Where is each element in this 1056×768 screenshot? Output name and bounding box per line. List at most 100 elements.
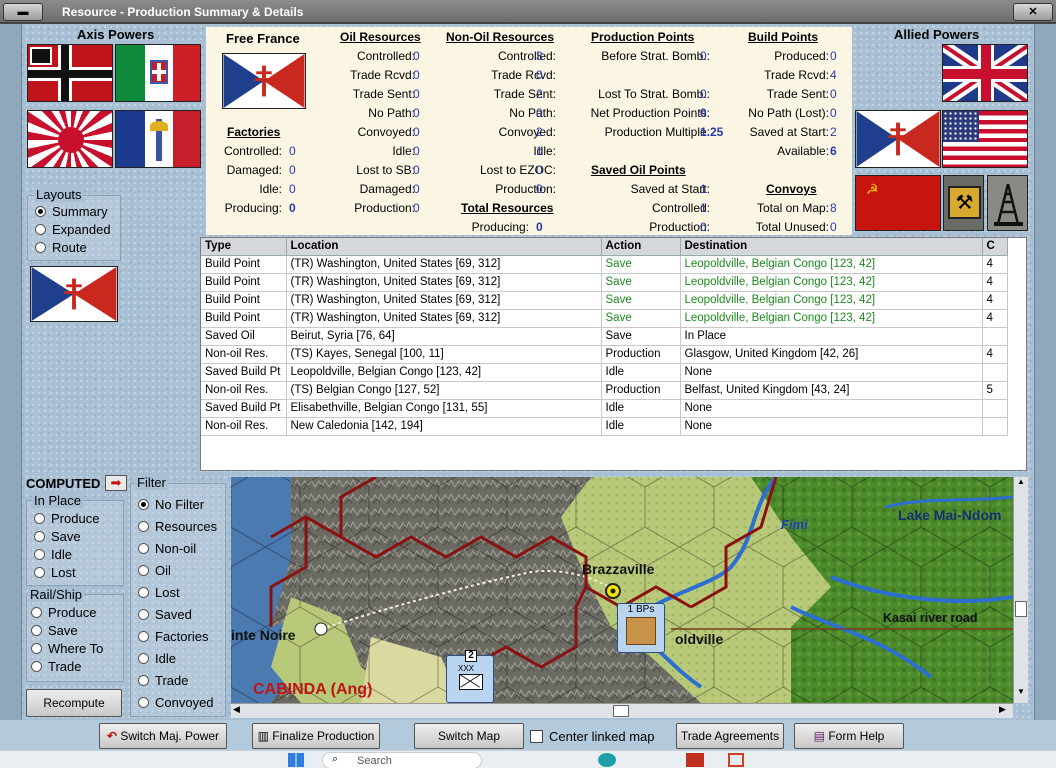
- inplace-radio-save[interactable]: Save: [34, 529, 81, 544]
- germany-flag[interactable]: [27, 44, 113, 102]
- table-row[interactable]: Non-oil Res. New Caledonia [142, 194] Idle…: [201, 417, 1008, 436]
- help-book-icon: ▤: [813, 729, 829, 743]
- nonoil-rows-value: 1: [536, 144, 543, 158]
- cv-rows-value: 0: [830, 220, 837, 234]
- pp-rows-label: Net Production Points:: [590, 106, 710, 120]
- oil-rows-label: Lost to SB:: [356, 163, 415, 177]
- taskbar-search-box[interactable]: Search: [322, 752, 482, 768]
- uk-flag[interactable]: [942, 44, 1028, 102]
- map-label-leopoldville: oldville: [675, 631, 724, 647]
- cell-action: Idle: [601, 363, 681, 382]
- railship-radio-trade[interactable]: Trade: [31, 659, 81, 674]
- horizontal-scroll-thumb[interactable]: [613, 705, 629, 717]
- unit-size: XXX: [458, 664, 475, 673]
- vichy-france-flag[interactable]: [115, 110, 201, 168]
- pp-rows-value: 0: [700, 49, 707, 63]
- mining-resources-icon[interactable]: ⚒: [943, 175, 984, 231]
- stack-count: 2: [465, 650, 477, 662]
- unit-counter[interactable]: 2 XXX: [446, 650, 494, 703]
- close-button[interactable]: ✕: [1013, 3, 1053, 21]
- production-points-title: Production Points: [591, 30, 695, 44]
- oil-rows-label: Trade Sent:: [352, 87, 415, 101]
- fac-rows-value: 0: [289, 182, 296, 196]
- table-header-row: Type Location Action Destination C: [201, 238, 1008, 256]
- column-location[interactable]: Location: [286, 238, 602, 256]
- windows-start-icon[interactable]: [288, 753, 304, 767]
- trade-agreements-button[interactable]: Trade Agreements: [676, 723, 784, 749]
- build-points-counter[interactable]: 1 BPs: [617, 603, 665, 653]
- system-menu-button[interactable]: ▬: [3, 3, 43, 21]
- oil-resources-icon[interactable]: [987, 175, 1028, 231]
- filters-radio-convoyed[interactable]: Convoyed: [138, 695, 214, 710]
- table-row[interactable]: Saved Oil Beirut, Syria [76, 64] Save In Pl…: [201, 327, 1008, 346]
- filters-radio-no-filter[interactable]: No Filter: [138, 497, 204, 512]
- form-help-button[interactable]: ▤ Form Help: [794, 723, 904, 749]
- bp-rows-value: 0: [830, 49, 837, 63]
- inplace-radio-idle[interactable]: Idle: [34, 547, 72, 562]
- filters-radio-factories[interactable]: Factories: [138, 629, 208, 644]
- column-c[interactable]: C: [982, 238, 1008, 256]
- scroll-down-icon[interactable]: ▼: [1014, 687, 1028, 701]
- map-horizontal-scrollbar[interactable]: ◀ ▶: [231, 703, 1013, 718]
- filters-radio-trade[interactable]: Trade: [138, 673, 188, 688]
- cell-c: [982, 399, 1008, 418]
- filters-radio-idle[interactable]: Idle: [138, 651, 176, 666]
- filters-radio-saved[interactable]: Saved: [138, 607, 192, 622]
- cell-destination: None: [680, 363, 983, 382]
- table-row[interactable]: Build Point (TR) Washington, United State…: [201, 273, 1008, 292]
- cell-action: Save: [601, 273, 681, 292]
- free-france-allied-flag[interactable]: [855, 110, 941, 168]
- filters-label: Saved: [155, 607, 192, 622]
- filters-radio-lost[interactable]: Lost: [138, 585, 180, 600]
- inplace-radio-produce[interactable]: Produce: [34, 511, 99, 526]
- scroll-right-icon[interactable]: ▶: [999, 704, 1006, 715]
- nonoil-rows-value: 0: [536, 68, 543, 82]
- layout-summary-radio[interactable]: Summary: [35, 204, 108, 219]
- railship-radio-produce[interactable]: Produce: [31, 605, 96, 620]
- current-power-flag: [30, 266, 118, 322]
- map-view[interactable]: Brazzaville inte Noire oldville Lake Mai…: [231, 477, 1013, 703]
- layout-route-radio[interactable]: Route: [35, 240, 87, 255]
- switch-map-button[interactable]: Switch Map: [414, 723, 524, 749]
- railship-radio-save[interactable]: Save: [31, 623, 78, 638]
- app-icon[interactable]: [728, 753, 744, 767]
- fac-rows-label: Producing:: [224, 201, 282, 215]
- table-row[interactable]: Non-oil Res. (TS) Kayes, Senegal [100, 11…: [201, 345, 1008, 364]
- window-title: Resource - Production Summary & Details: [62, 5, 304, 19]
- layout-expanded-radio[interactable]: Expanded: [35, 222, 111, 237]
- railship-radio-where-to[interactable]: Where To: [31, 641, 103, 656]
- italy-flag[interactable]: [115, 44, 201, 102]
- game-app-icon[interactable]: [686, 753, 704, 767]
- scroll-left-icon[interactable]: ◀: [233, 704, 240, 715]
- column-destination[interactable]: Destination: [680, 238, 983, 256]
- cell-location: Beirut, Syria [76, 64]: [286, 327, 602, 346]
- factory-icon: ▥: [257, 729, 273, 743]
- map-label-kasai: Kasai river road: [883, 611, 978, 625]
- ussr-flag[interactable]: ☭: [855, 175, 941, 231]
- computed-arrow-icon[interactable]: ➡: [105, 475, 127, 491]
- inplace-radio-lost[interactable]: Lost: [34, 565, 76, 580]
- edge-browser-icon[interactable]: [598, 753, 616, 767]
- center-linked-map-checkbox[interactable]: [530, 730, 543, 743]
- table-row[interactable]: Saved Build Pt Elisabethville, Belgian Co…: [201, 399, 1008, 418]
- filters-radio-oil[interactable]: Oil: [138, 563, 171, 578]
- table-row[interactable]: Build Point (TR) Washington, United State…: [201, 255, 1008, 274]
- vertical-scroll-thumb[interactable]: [1015, 601, 1027, 617]
- railship-title: Rail/Ship: [28, 587, 85, 602]
- filters-radio-non-oil[interactable]: Non-oil: [138, 541, 196, 556]
- nonoil-resources-title: Non-Oil Resources: [446, 30, 555, 44]
- table-row[interactable]: Build Point (TR) Washington, United State…: [201, 309, 1008, 328]
- scroll-up-icon[interactable]: ▲: [1014, 477, 1028, 491]
- finalize-production-button[interactable]: ▥ Finalize Production: [252, 723, 380, 749]
- table-row[interactable]: Non-oil Res. (TS) Belgian Congo [127, 52]…: [201, 381, 1008, 400]
- column-type[interactable]: Type: [201, 238, 287, 256]
- filters-radio-resources[interactable]: Resources: [138, 519, 217, 534]
- recompute-button[interactable]: Recompute: [26, 689, 122, 717]
- switch-major-power-button[interactable]: ↶ Switch Maj. Power: [99, 723, 227, 749]
- usa-flag[interactable]: [942, 110, 1028, 168]
- japan-flag[interactable]: [27, 110, 113, 168]
- table-row[interactable]: Build Point (TR) Washington, United State…: [201, 291, 1008, 310]
- table-row[interactable]: Saved Build Pt Leopoldville, Belgian Cong…: [201, 363, 1008, 382]
- map-vertical-scrollbar[interactable]: ▲ ▼: [1013, 477, 1028, 703]
- column-action[interactable]: Action: [601, 238, 681, 256]
